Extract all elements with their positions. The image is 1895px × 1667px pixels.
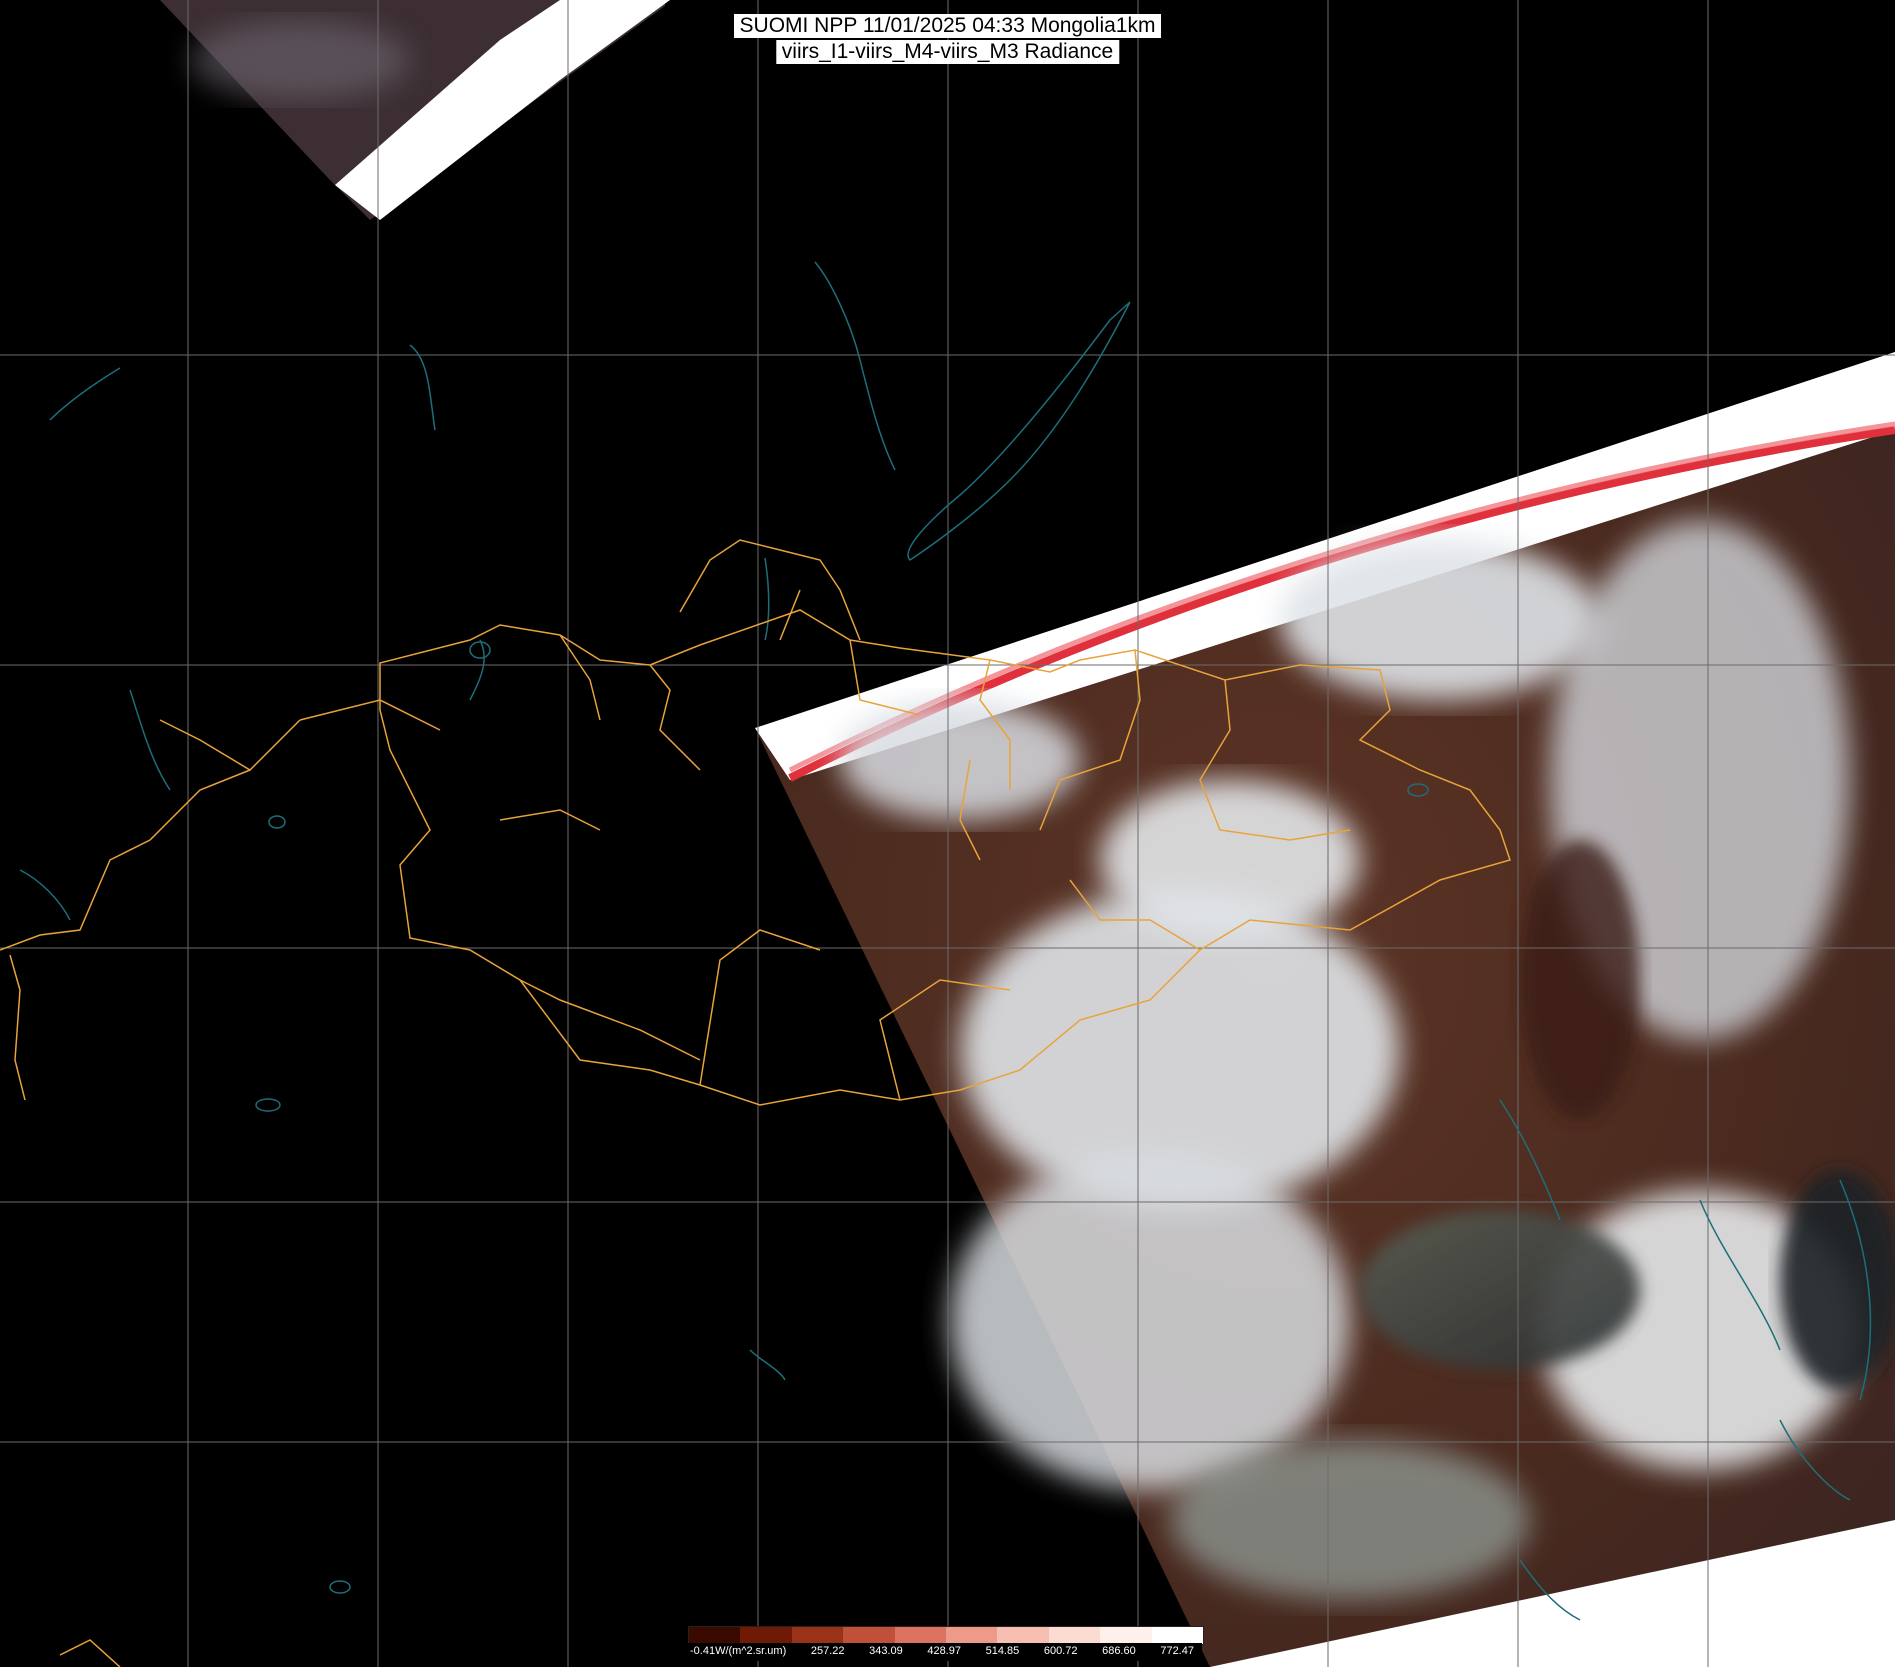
colorbar-swatch xyxy=(843,1627,895,1644)
colorbar-swatch xyxy=(1151,1627,1204,1644)
colorbar-tick-label: 772.47 xyxy=(1160,1645,1194,1657)
colorbar-tick-label: 257.22 xyxy=(810,1645,845,1657)
colorbar-swatch xyxy=(1100,1627,1152,1644)
colorbar-labels: -0.41W/(m^2.sr.um) 257.22 343.09 428.97 … xyxy=(688,1643,1202,1661)
satellite-map xyxy=(0,0,1895,1667)
map-title-line1: SUOMI NPP 11/01/2025 04:33 Mongolia1km xyxy=(733,14,1162,38)
upper-swath-imagery xyxy=(160,0,670,220)
colorbar-swatch xyxy=(946,1627,998,1644)
colorbar-swatch xyxy=(689,1627,741,1644)
map-title-line2: viirs_I1-viirs_M4-viirs_M3 Radiance xyxy=(775,40,1120,64)
colorbar-tick-label: 428.97 xyxy=(927,1645,961,1657)
colorbar-swatch xyxy=(791,1627,844,1644)
colorbar-tick-label: 686.60 xyxy=(1102,1645,1136,1657)
colorbar-swatch xyxy=(997,1627,1049,1644)
colorbar-tick-label: 600.72 xyxy=(1043,1645,1078,1657)
colorbar-swatch xyxy=(740,1627,792,1644)
radiance-colorbar: -0.41W/(m^2.sr.um) 257.22 343.09 428.97 … xyxy=(688,1626,1204,1664)
colorbar-tick-label: 343.09 xyxy=(869,1645,903,1657)
colorbar-tick-label: 514.85 xyxy=(985,1645,1020,1657)
colorbar-swatch xyxy=(894,1627,947,1644)
colorbar-swatch xyxy=(1048,1627,1101,1644)
colorbar-min-label: -0.41W/(m^2.sr.um) xyxy=(690,1645,787,1657)
